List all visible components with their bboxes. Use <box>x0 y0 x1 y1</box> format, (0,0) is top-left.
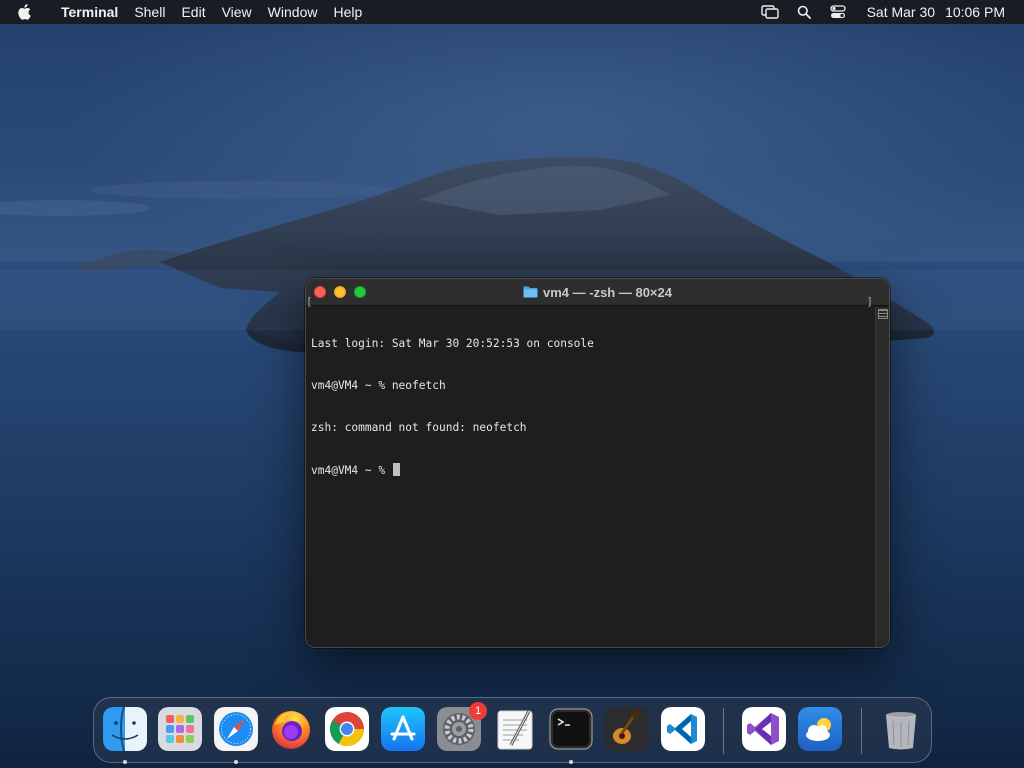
vscode-icon <box>661 707 705 751</box>
clock-time: 10:06 PM <box>945 4 1005 20</box>
running-indicator <box>123 760 127 764</box>
close-window-button[interactable] <box>314 286 326 298</box>
terminal-title-text: vm4 — -zsh — 80×24 <box>543 284 672 300</box>
split-pane-icon[interactable] <box>878 309 888 319</box>
firefox-icon <box>269 707 313 751</box>
visual-studio-icon <box>742 707 786 751</box>
menu-help[interactable]: Help <box>325 0 370 24</box>
dock-divider <box>861 708 862 754</box>
menu-app-name[interactable]: Terminal <box>53 0 126 24</box>
finder-icon <box>103 707 147 751</box>
apple-menu-icon[interactable] <box>17 4 37 20</box>
dock-item-terminal[interactable] <box>549 707 593 764</box>
dock-item-trash[interactable] <box>879 707 923 751</box>
dock-item-firefox[interactable] <box>269 707 313 751</box>
dock-item-textedit[interactable] <box>493 707 537 751</box>
dock-item-chrome[interactable] <box>325 707 369 751</box>
dock-item-visual-studio[interactable] <box>742 707 786 751</box>
menu-bar-clock[interactable]: Sat Mar 30 10:06 PM <box>867 4 1005 20</box>
menu-view[interactable]: View <box>214 0 260 24</box>
dock-item-weather[interactable] <box>798 707 842 751</box>
launchpad-icon <box>158 707 202 751</box>
text-cursor <box>392 463 400 476</box>
terminal-line: zsh: command not found: neofetch <box>311 421 527 434</box>
textedit-icon <box>493 707 537 751</box>
dock-item-garageband[interactable] <box>605 707 649 751</box>
control-center-icon[interactable] <box>827 0 849 24</box>
running-indicator <box>569 760 573 764</box>
safari-icon <box>214 707 258 751</box>
trash-icon <box>879 707 923 751</box>
garageband-icon <box>605 707 649 751</box>
window-controls <box>314 286 366 298</box>
clock-date: Sat Mar 30 <box>866 4 936 20</box>
terminal-line: vm4@VM4 ~ % neofetch <box>311 379 446 392</box>
dock-item-launchpad[interactable] <box>158 707 202 751</box>
dock-item-app-store[interactable] <box>381 707 425 751</box>
dock: 1 <box>93 697 932 764</box>
menu-bar: Terminal Shell Edit View Window Help Sat… <box>0 0 1024 24</box>
dock-divider <box>723 708 724 754</box>
screen-mirroring-icon[interactable] <box>759 0 781 24</box>
dock-item-vscode[interactable] <box>661 707 705 751</box>
terminal-prompt: vm4@VM4 ~ % <box>311 464 392 477</box>
folder-icon <box>523 286 538 298</box>
weather-icon <box>798 707 842 751</box>
spotlight-search-icon[interactable] <box>793 0 815 24</box>
app-store-icon <box>381 707 425 751</box>
terminal-window[interactable]: vm4 — -zsh — 80×24 [ ] Last login: Sat M… <box>305 278 890 648</box>
dock-item-system-preferences[interactable]: 1 <box>437 702 487 751</box>
terminal-line: Last login: Sat Mar 30 20:52:53 on conso… <box>311 337 594 350</box>
menu-window[interactable]: Window <box>260 0 326 24</box>
minimize-window-button[interactable] <box>334 286 346 298</box>
dock-item-finder[interactable] <box>103 707 147 764</box>
terminal-title-bar[interactable]: vm4 — -zsh — 80×24 <box>306 279 889 306</box>
notification-badge: 1 <box>469 702 487 720</box>
dock-item-safari[interactable] <box>214 707 258 764</box>
terminal-output[interactable]: Last login: Sat Mar 30 20:52:53 on conso… <box>306 307 875 647</box>
menu-shell[interactable]: Shell <box>126 0 173 24</box>
terminal-icon <box>549 707 593 751</box>
terminal-scrollbar[interactable] <box>875 307 889 647</box>
menu-edit[interactable]: Edit <box>173 0 213 24</box>
terminal-title: vm4 — -zsh — 80×24 <box>523 285 672 300</box>
running-indicator <box>234 760 238 764</box>
chrome-icon <box>325 707 369 751</box>
zoom-window-button[interactable] <box>354 286 366 298</box>
terminal-prompt-line: vm4@VM4 ~ % <box>311 463 870 477</box>
